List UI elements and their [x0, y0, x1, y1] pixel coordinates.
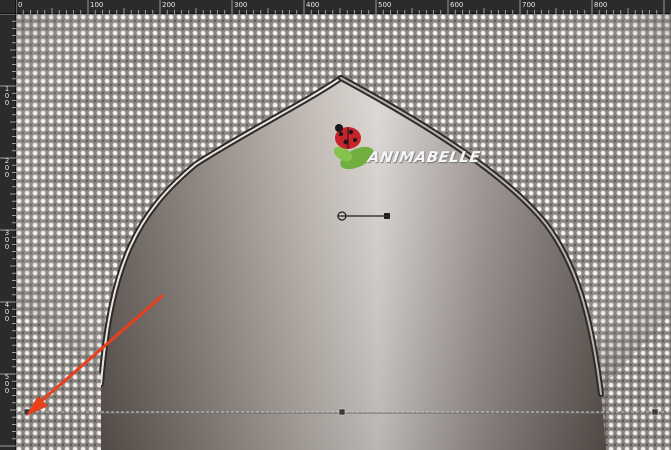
psp-workspace: 0 100 200 300 400 500 600 700 800 1 0 0 …: [0, 0, 671, 450]
image-canvas[interactable]: [16, 14, 671, 450]
horizontal-ruler[interactable]: 0 100 200 300 400 500 600 700 800: [16, 0, 671, 14]
vertical-ruler[interactable]: 1 0 0 2 0 0 3 0 0 4 0 0 5 0 0: [0, 14, 16, 450]
horizontal-ruler-ticks: [16, 0, 671, 14]
vertical-ruler-ticks: [0, 14, 16, 447]
animabelle-watermark: ANIMABELLE: [366, 148, 482, 166]
ruler-corner: [0, 0, 16, 14]
